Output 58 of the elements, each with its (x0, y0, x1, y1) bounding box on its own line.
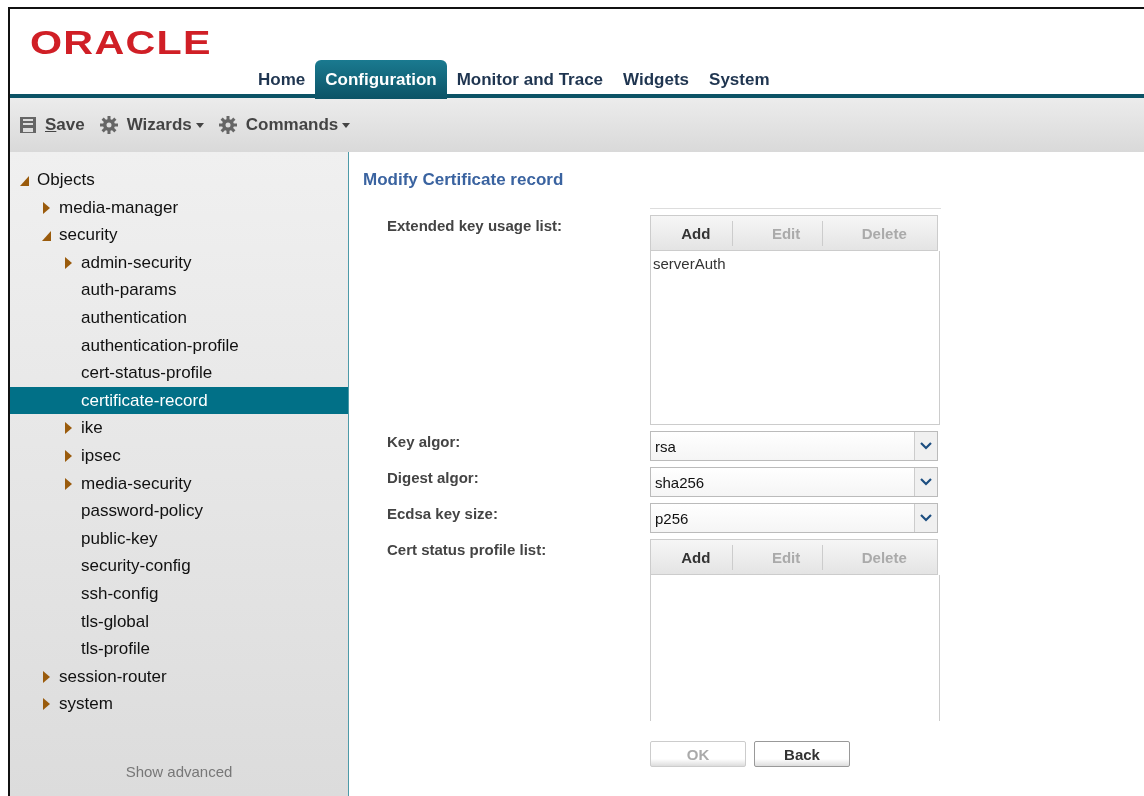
toolbar-button[interactable]: Commands (215, 111, 353, 139)
tree-item[interactable]: public-key (10, 524, 348, 553)
expand-toggle-icon[interactable] (40, 200, 52, 215)
form-button[interactable]: Back (754, 741, 850, 767)
nav-tab[interactable]: Configuration (315, 60, 447, 99)
toolbar-button[interactable]: Save (17, 111, 87, 139)
list-box[interactable]: serverAuth (650, 251, 940, 425)
tree-item[interactable]: ipsec (10, 441, 348, 470)
nav-tab[interactable]: Home (248, 60, 316, 99)
tree-item[interactable]: ssh-config (10, 579, 348, 608)
tree-item[interactable]: media-security (10, 469, 348, 498)
tree-item[interactable]: media-manager (10, 193, 348, 222)
caret-icon (195, 122, 204, 128)
field-label: Extended key usage list: (387, 216, 564, 236)
field-label: Digest algor: (387, 468, 480, 488)
expand-toggle-icon[interactable] (62, 255, 74, 270)
gear-icon (98, 115, 119, 135)
list-item[interactable]: serverAuth (653, 255, 937, 272)
nav-tab[interactable]: Monitor and Trace (446, 60, 614, 99)
tree-item[interactable]: tls-global (10, 607, 348, 636)
field-label: Cert status profile list: (387, 540, 548, 560)
select-field[interactable]: p256 (650, 503, 938, 533)
select-field[interactable]: sha256 (650, 467, 938, 497)
tree-item[interactable]: Objects (10, 166, 348, 194)
tree-item[interactable]: session-router (10, 662, 348, 691)
expand-toggle-icon[interactable] (40, 697, 52, 712)
toolbar-button[interactable]: Wizards (96, 111, 206, 139)
tree-item[interactable]: auth-params (10, 276, 348, 304)
tree-item[interactable]: security (10, 221, 348, 249)
tree-item[interactable]: cert-status-profile (10, 359, 348, 387)
list-button[interactable]: Add (659, 220, 734, 246)
oracle-logo: ORACLE (30, 26, 212, 60)
gear-icon (217, 115, 238, 135)
expand-toggle-icon[interactable] (62, 421, 74, 436)
expand-toggle-icon[interactable] (62, 476, 74, 491)
chevron-down-icon (920, 514, 932, 522)
tree-item[interactable]: password-policy (10, 497, 348, 525)
tree-item[interactable]: security-config (10, 552, 348, 580)
tree-item[interactable]: authentication (10, 303, 348, 332)
form-title: Modify Certificate record (363, 170, 565, 190)
tree-item[interactable]: authentication-profile (10, 331, 348, 360)
caret-icon (342, 122, 351, 128)
expand-toggle-icon[interactable] (40, 669, 52, 684)
tree-item[interactable]: tls-profile (10, 635, 348, 663)
chevron-down-icon (920, 442, 932, 450)
expand-toggle-icon[interactable] (62, 448, 74, 463)
list-button[interactable]: Add (659, 544, 734, 570)
tree-item[interactable]: ike (10, 414, 348, 442)
field-label: Ecdsa key size: (387, 504, 499, 524)
tree-item[interactable]: system (10, 690, 348, 718)
save-icon (19, 116, 37, 134)
tree-item[interactable]: admin-security (10, 248, 348, 277)
select-field[interactable]: rsa (650, 431, 938, 461)
nav-tab[interactable]: Widgets (613, 60, 700, 99)
chevron-down-icon (920, 478, 932, 486)
nav-tab[interactable]: System (699, 60, 780, 99)
field-label: Key algor: (387, 432, 462, 452)
tree-item[interactable]: certificate-record (10, 386, 348, 415)
